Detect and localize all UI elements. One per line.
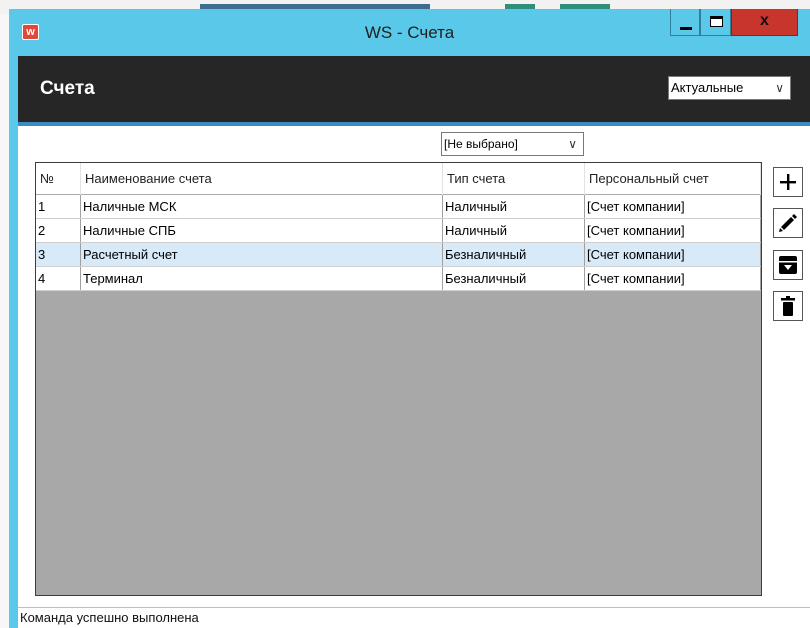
close-icon: x xyxy=(760,12,769,29)
cell-account-type: Безналичный xyxy=(443,267,585,290)
cell-personal-account: [Счет компании] xyxy=(585,243,761,266)
archive-icon xyxy=(779,256,797,274)
chevron-down-icon: ∨ xyxy=(775,81,784,95)
table-row[interactable]: 4 Терминал Безналичный [Счет компании] xyxy=(36,267,761,291)
cell-personal-account: [Счет компании] xyxy=(585,267,761,290)
table-row[interactable]: 1 Наличные МСК Наличный [Счет компании] xyxy=(36,195,761,219)
cell-number: 1 xyxy=(36,195,81,218)
minimize-button[interactable] xyxy=(670,9,700,36)
cell-account-name: Наличные МСК xyxy=(81,195,443,218)
status-bar: Команда успешно выполнена xyxy=(18,607,810,628)
delete-account-button[interactable] xyxy=(773,291,803,321)
pencil-icon xyxy=(779,214,797,232)
account-type-filter-select[interactable]: [Не выбрано] ∨ xyxy=(441,132,584,156)
cell-personal-account: [Счет компании] xyxy=(585,219,761,242)
column-header-number[interactable]: № xyxy=(36,163,81,195)
plus-icon xyxy=(780,174,796,190)
cell-number: 4 xyxy=(36,267,81,290)
column-header-personal-account[interactable]: Персональный счет xyxy=(585,163,761,195)
cell-account-name: Терминал xyxy=(81,267,443,290)
status-filter-select[interactable]: Актуальные ∨ xyxy=(668,76,791,100)
cell-account-name: Расчетный счет xyxy=(81,243,443,266)
close-button[interactable]: x xyxy=(731,9,798,36)
minimize-icon xyxy=(680,27,692,30)
cell-number: 2 xyxy=(36,219,81,242)
cell-account-name: Наличные СПБ xyxy=(81,219,443,242)
cell-account-type: Наличный xyxy=(443,219,585,242)
title-bar[interactable]: w WS - Счета x xyxy=(9,9,810,54)
accent-divider xyxy=(18,122,810,126)
column-header-account-type[interactable]: Тип счета xyxy=(443,163,585,195)
edit-account-button[interactable] xyxy=(773,208,803,238)
app-window: w WS - Счета x Счета Актуальные ∨ [Не вы… xyxy=(9,9,810,628)
cell-number: 3 xyxy=(36,243,81,266)
maximize-button[interactable] xyxy=(700,9,731,36)
trash-icon xyxy=(781,296,795,316)
account-type-filter-value: [Не выбрано] xyxy=(444,137,518,151)
column-header-account-name[interactable]: Наименование счета xyxy=(81,163,443,195)
maximize-icon xyxy=(710,16,723,27)
accounts-table[interactable]: № Наименование счета Тип счета Персональ… xyxy=(35,162,762,596)
cell-account-type: Безналичный xyxy=(443,243,585,266)
table-row-selected[interactable]: 3 Расчетный счет Безналичный [Счет компа… xyxy=(36,243,761,267)
table-header: № Наименование счета Тип счета Персональ… xyxy=(36,163,761,195)
archive-account-button[interactable] xyxy=(773,250,803,280)
status-filter-value: Актуальные xyxy=(671,80,744,95)
cell-personal-account: [Счет компании] xyxy=(585,195,761,218)
add-account-button[interactable] xyxy=(773,167,803,197)
table-row[interactable]: 2 Наличные СПБ Наличный [Счет компании] xyxy=(36,219,761,243)
cell-account-type: Наличный xyxy=(443,195,585,218)
chevron-down-icon: ∨ xyxy=(568,137,577,151)
page-header: Счета Актуальные ∨ xyxy=(18,56,810,122)
window-content: Счета Актуальные ∨ [Не выбрано] ∨ № Наим… xyxy=(18,56,810,628)
page-title: Счета xyxy=(40,78,95,99)
